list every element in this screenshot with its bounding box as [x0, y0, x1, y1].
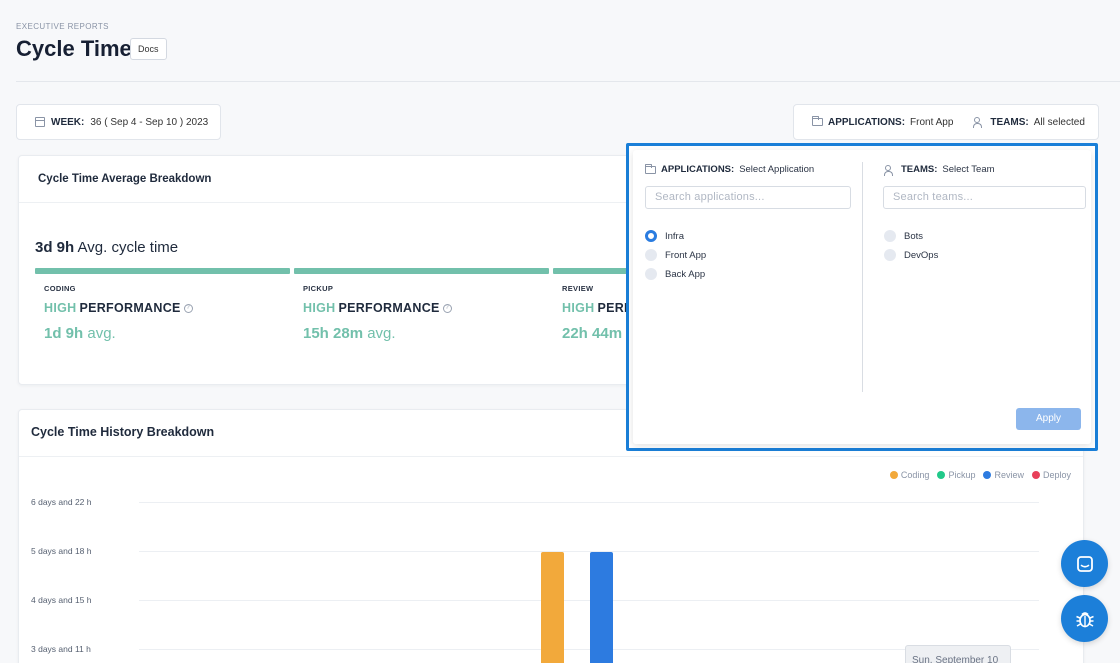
- help-icon[interactable]: ?: [183, 303, 193, 313]
- applications-column-label: APPLICATIONS:: [661, 164, 735, 175]
- applications-column-header: APPLICATIONS: Select Application: [645, 163, 815, 175]
- filter-popup: APPLICATIONS: Select Application Search …: [626, 143, 1098, 451]
- stage-name: PICKUP: [303, 284, 334, 293]
- teams-search-input[interactable]: Search teams...: [883, 186, 1086, 209]
- teams-column-label: TEAMS:: [901, 164, 938, 175]
- stage-avg-value: 15h 28m: [303, 325, 364, 342]
- help-icon[interactable]: ?: [442, 303, 452, 313]
- y-tick-label: 5 days and 18 h: [31, 546, 92, 556]
- option-label: DevOps: [904, 249, 939, 261]
- users-icon: [884, 164, 896, 176]
- checkbox[interactable]: [884, 249, 896, 261]
- avg-cycle-time: 3d 9h Avg. cycle time: [35, 239, 178, 256]
- radio[interactable]: [645, 268, 657, 280]
- teams-filter[interactable]: TEAMS: All selected: [973, 116, 1085, 128]
- legend-item-pickup[interactable]: Pickup: [937, 470, 975, 480]
- applications-filter[interactable]: APPLICATIONS: Front App: [812, 116, 954, 128]
- teams-filter-label: TEAMS:: [990, 116, 1029, 128]
- page-title: Cycle Time: [16, 36, 132, 61]
- bug-icon: [1075, 611, 1094, 627]
- stage-avg-value: 1d 9h: [44, 325, 84, 342]
- application-option-front-app[interactable]: Front App: [645, 249, 706, 261]
- performance-level: HIGH: [44, 301, 77, 315]
- users-icon: [973, 117, 985, 128]
- coding-segment-bar: [35, 268, 290, 274]
- performance-level: HIGH: [562, 301, 595, 315]
- bar-coding[interactable]: [541, 551, 564, 663]
- option-label: Back App: [665, 268, 706, 280]
- legend-item-deploy[interactable]: Deploy: [1031, 470, 1071, 480]
- chat-button[interactable]: [1061, 540, 1108, 587]
- bar-review[interactable]: [590, 551, 613, 663]
- apply-button[interactable]: Apply: [1016, 408, 1081, 430]
- week-label: WEEK:: [51, 116, 85, 128]
- chart-tooltip: Sun, September 10: [905, 645, 1011, 663]
- teams-filter-value: All selected: [1033, 116, 1085, 128]
- grid-line: [139, 649, 1039, 650]
- performance-label: PERFORMANCE: [338, 301, 440, 315]
- applications-filter-value: Front App: [910, 116, 954, 128]
- teams-column-prompt: Select Team: [942, 164, 995, 175]
- legend-item-review[interactable]: Review: [983, 470, 1024, 480]
- breadcrumb: EXECUTIVE REPORTS: [16, 22, 109, 31]
- chat-icon: [1076, 555, 1093, 572]
- performance-label: PERFORMANCE: [79, 301, 181, 315]
- chart-legend: Coding Pickup Review Deploy: [889, 470, 1071, 480]
- week-value: 36 ( Sep 4 - Sep 10 ) 2023: [90, 116, 209, 128]
- option-label: Front App: [665, 249, 707, 261]
- option-label: Bots: [904, 230, 924, 242]
- legend-dot: [983, 471, 992, 479]
- y-tick-label: 6 days and 22 h: [31, 497, 92, 507]
- grid-line: [139, 600, 1039, 601]
- grid-line: [139, 502, 1039, 503]
- grid-line: [139, 551, 1039, 552]
- radio[interactable]: [645, 249, 657, 261]
- stage-pickup: PICKUP HIGH PERFORMANCE? 15h 28m avg.: [303, 284, 452, 342]
- legend-item-coding[interactable]: Coding: [889, 470, 930, 480]
- filters-selector[interactable]: APPLICATIONS: Front App TEAMS: All selec…: [793, 104, 1099, 140]
- folder-icon: [645, 163, 656, 174]
- header-divider: [16, 81, 1120, 82]
- option-label: Infra: [665, 230, 685, 242]
- filter-popup-panel: APPLICATIONS: Select Application Search …: [633, 150, 1091, 444]
- stage-avg-unit: avg.: [367, 325, 396, 342]
- teams-column-header: TEAMS: Select Team: [884, 164, 995, 176]
- application-option-infra[interactable]: Infra: [645, 230, 684, 242]
- team-option-bots[interactable]: Bots: [884, 230, 923, 242]
- legend-label: Pickup: [948, 470, 976, 480]
- applications-search-input[interactable]: Search applications...: [645, 186, 851, 209]
- application-option-back-app[interactable]: Back App: [645, 268, 705, 280]
- legend-dot: [889, 471, 898, 479]
- avg-cycle-time-value: 3d 9h: [35, 239, 75, 256]
- legend-dot: [937, 471, 946, 479]
- stage-avg-unit: avg.: [87, 325, 116, 342]
- stage-coding: CODING HIGH PERFORMANCE? 1d 9h avg.: [44, 284, 193, 342]
- bug-report-button[interactable]: [1061, 595, 1108, 642]
- y-tick-label: 4 days and 15 h: [31, 595, 92, 605]
- stage-avg-value: 22h 44m: [562, 325, 623, 342]
- team-option-devops[interactable]: DevOps: [884, 249, 938, 261]
- pickup-segment-bar: [294, 268, 549, 274]
- legend-dot: [1031, 471, 1040, 479]
- performance-level: HIGH: [303, 301, 336, 315]
- review-segment-bar: [553, 268, 633, 274]
- legend-label: Deploy: [1042, 470, 1071, 480]
- stage-name: CODING: [44, 284, 76, 293]
- docs-button[interactable]: Docs: [130, 38, 167, 60]
- legend-label: Review: [994, 470, 1024, 480]
- y-tick-label: 3 days and 11 h: [31, 644, 91, 654]
- legend-label: Coding: [900, 470, 930, 480]
- applications-column-prompt: Select Application: [739, 164, 815, 175]
- week-selector[interactable]: WEEK: 36 ( Sep 4 - Sep 10 ) 2023: [16, 104, 221, 140]
- checkbox[interactable]: [884, 230, 896, 242]
- calendar-icon: [35, 117, 45, 127]
- radio-selected[interactable]: [645, 230, 657, 242]
- folder-icon: [812, 116, 823, 126]
- avg-cycle-time-label: Avg. cycle time: [77, 239, 179, 256]
- popup-divider: [862, 162, 863, 392]
- applications-filter-label: APPLICATIONS:: [828, 116, 906, 128]
